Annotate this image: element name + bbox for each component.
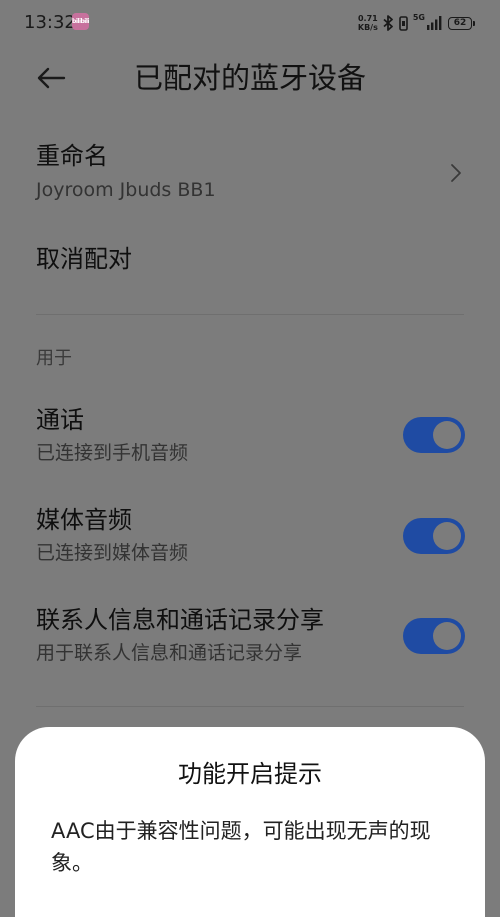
setting-subtitle-call: 已连接到手机音频 [36,442,189,464]
battery-level: 62 [453,18,467,28]
feature-prompt-dialog: 功能开启提示 AAC由于兼容性问题，可能出现无声的现象。 [15,727,485,917]
status-bar: 13:32 bilibili 0.71 KB/s 5G 62 [0,0,500,46]
bluetooth-icon [383,15,394,31]
battery-icon: 62 [448,16,475,30]
page-title: 已配对的蓝牙设备 [133,61,366,95]
status-indicators: 0.71 KB/s 5G 62 [358,13,475,33]
toggle-call-audio[interactable] [403,417,465,453]
toggle-media-audio[interactable] [403,518,465,554]
status-time: 13:32 [24,12,76,33]
toggle-knob [433,622,461,650]
divider [36,314,464,315]
section-label-usage: 用于 [36,348,72,369]
setting-title-call: 通话 [36,406,84,434]
toggle-contact-sharing[interactable] [403,618,465,654]
network-speed: 0.71 KB/s [358,14,378,32]
network-speed-value: 0.71 [357,14,378,23]
divider [36,706,464,707]
bilibili-app-icon: bilibili [72,13,89,30]
signal-icon [427,16,443,30]
unpair-button[interactable]: 取消配对 [36,243,132,275]
device-name: Joyroom Jbuds BB1 [36,179,216,201]
setting-title-contacts: 联系人信息和通话记录分享 [36,606,324,634]
toggle-knob [433,522,461,550]
chevron-right-icon [448,160,464,186]
setting-subtitle-media: 已连接到媒体音频 [36,542,189,564]
toggle-knob [433,421,461,449]
vibrate-icon [399,15,408,31]
rename-title: 重命名 [36,142,108,170]
setting-subtitle-contacts: 用于联系人信息和通话记录分享 [36,642,303,664]
network-generation: 5G [412,13,425,22]
setting-title-media: 媒体音频 [36,506,132,534]
dialog-message: AAC由于兼容性问题，可能出现无声的现象。 [51,819,431,875]
network-speed-unit: KB/s [357,23,378,32]
dialog-title: 功能开启提示 [178,760,322,788]
